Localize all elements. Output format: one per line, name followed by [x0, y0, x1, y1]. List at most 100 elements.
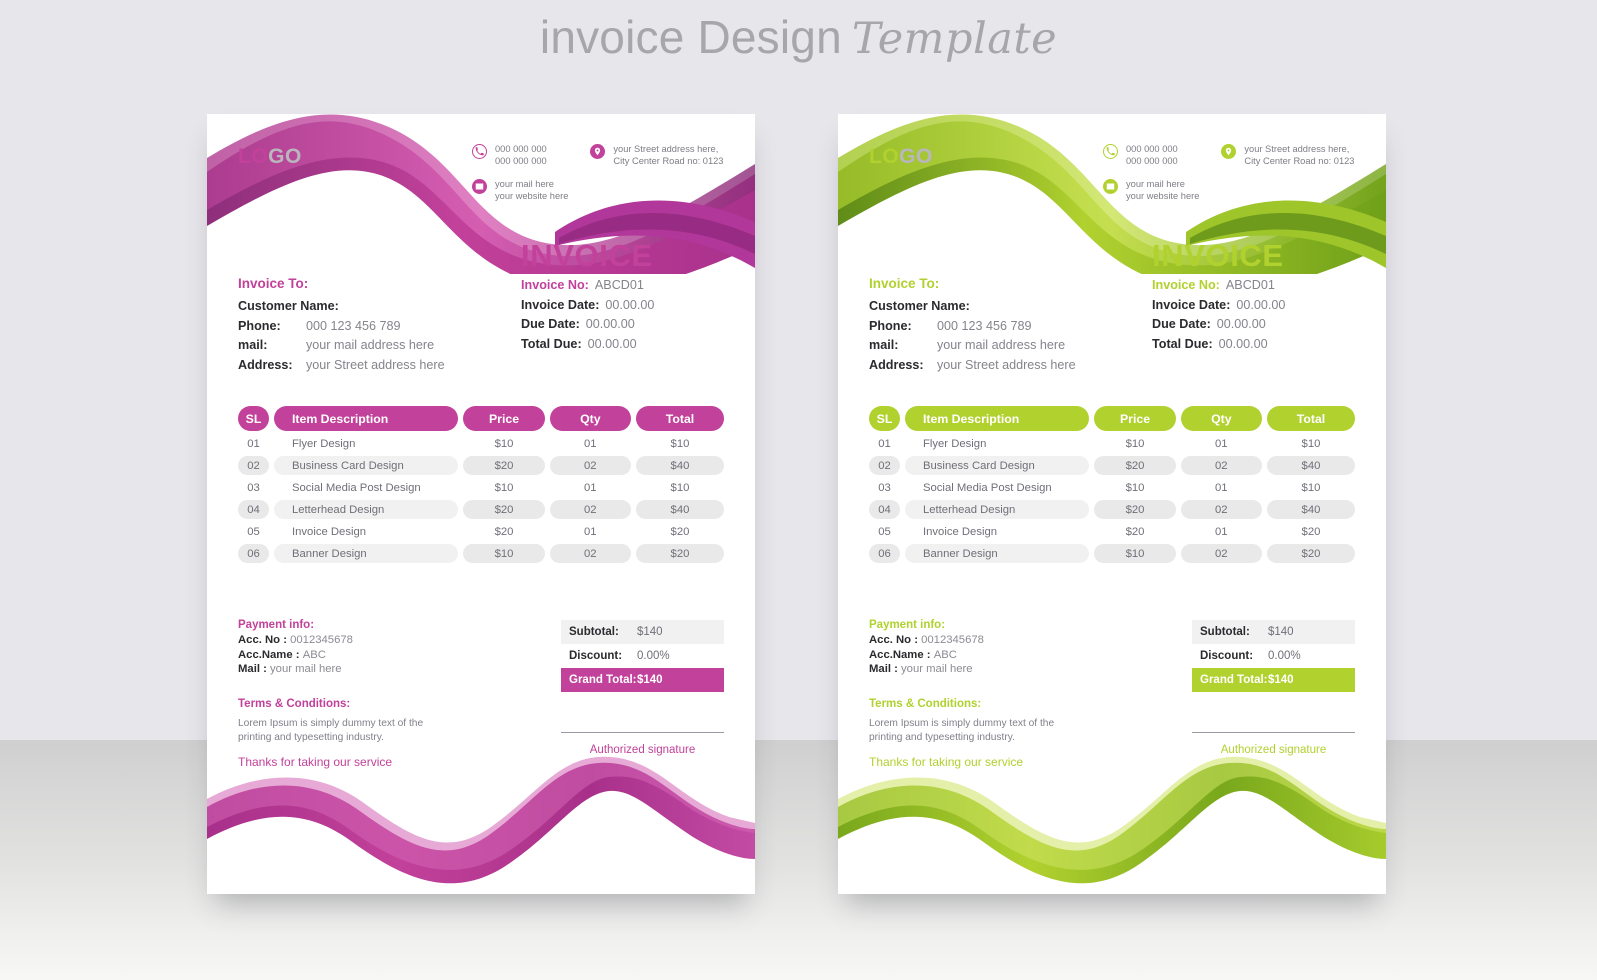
table-row: 03 Social Media Post Design $10 01 $10: [238, 478, 724, 497]
contact-block: 000 000 000 000 000 000 your mail here you…: [1103, 143, 1354, 202]
invoice-meta-label: Invoice No:: [1152, 278, 1220, 292]
thanks-message: Thanks for taking our service: [869, 755, 1024, 769]
contact-phone-text: 000 000 000 000 000 000: [495, 144, 547, 166]
table-header-total: Total: [1266, 406, 1355, 431]
bill-to-label: mail:: [238, 338, 268, 352]
totals-block: Subtotal: $140 Discount: 0.00% Grand Tot…: [1192, 620, 1355, 692]
cell-qty: 01: [584, 437, 597, 450]
totals-grand-value: $140: [1268, 674, 1294, 686]
contact-block: 000 000 000 000 000 000 your mail here you…: [472, 143, 723, 202]
cell-total: $10: [1301, 481, 1321, 494]
contact-address-text: your Street address here, City Center Roa…: [613, 144, 724, 166]
bill-to-value: 000 123 456 789: [306, 318, 401, 333]
page-title: invoice Design Template: [0, 10, 1597, 64]
bill-to-label: Phone:: [869, 318, 912, 333]
table-row: 05 Invoice Design $20 01 $20: [238, 522, 724, 541]
cell-desc: Letterhead Design: [904, 500, 1090, 519]
cell-sl: 04: [869, 500, 900, 519]
totals-discount-value: 0.00%: [637, 650, 670, 662]
cell-desc: Banner Design: [273, 544, 459, 563]
location-pin-icon: [590, 144, 606, 159]
cell-desc: Letterhead Design: [273, 500, 459, 519]
contact-mail: your mail here your website here: [472, 178, 568, 202]
cell-desc: Business Card Design: [904, 456, 1090, 475]
cell-total: $10: [670, 481, 690, 494]
cell-qty: 01: [584, 481, 597, 494]
mail-icon: [472, 179, 487, 194]
cell-desc: Invoice Design: [291, 525, 367, 538]
table-row: 05 Invoice Design $20 01 $20: [869, 522, 1355, 541]
terms-title: Terms & Conditions:: [238, 698, 351, 710]
table-row: 01 Flyer Design $10 01 $10: [869, 434, 1355, 453]
bill-to-label: Customer Name:: [869, 299, 970, 313]
cell-qty: 01: [1215, 481, 1228, 494]
bill-to-value: your Street address here: [306, 357, 445, 372]
items-table: SL Item Description Price Qty Total 01 F…: [238, 406, 724, 563]
invoice-card-pink: LOGO 000 000 000 000 000 000 your mail he…: [207, 114, 755, 894]
table-header-price: Price: [463, 406, 545, 431]
bottom-wave-decoration: [838, 756, 1386, 884]
contact-address-text: your Street address here, City Center Roa…: [1244, 144, 1355, 166]
cell-qty: 02: [1180, 500, 1262, 519]
invoice-heading: INVOICE: [521, 238, 653, 273]
totals-grand-value: $140: [637, 674, 663, 686]
logo: LOGO: [869, 145, 933, 169]
bill-to-label: Address:: [238, 357, 293, 372]
table-row: 06 Banner Design $10 02 $20: [238, 544, 724, 563]
table-header-row: SL Item Description Price Qty Total: [869, 406, 1355, 431]
payment-line: Acc. No : 0012345678: [869, 633, 984, 648]
bill-to-block: Invoice To: Customer Name: Phone: 000 123…: [869, 276, 1076, 375]
cell-desc: Flyer Design: [291, 437, 356, 450]
totals-subtotal-row: Subtotal: $140: [1192, 620, 1355, 644]
contact-phone: 000 000 000 000 000 000: [1103, 143, 1199, 167]
cell-sl: 04: [238, 500, 269, 519]
cell-qty: 01: [1215, 525, 1228, 538]
table-header-sl: SL: [238, 406, 269, 431]
terms-block: Terms & Conditions: Lorem Ipsum is simpl…: [869, 698, 1084, 744]
bill-to-row: mail: your mail address here: [869, 336, 1076, 356]
cell-price: $20: [1094, 500, 1176, 519]
signature-line: [1192, 732, 1355, 733]
cell-qty: 01: [1215, 437, 1228, 450]
thanks-message: Thanks for taking our service: [238, 755, 393, 769]
payment-value: your mail here: [901, 663, 973, 675]
bill-to-row: mail: your mail address here: [238, 336, 445, 356]
cell-price: $20: [463, 456, 545, 475]
page-title-script: Template: [851, 14, 1058, 64]
invoice-meta-value: ABCD01: [1225, 278, 1275, 292]
bill-to-value: your mail address here: [937, 338, 1066, 352]
invoice-meta-block: Invoice No: ABCD01 Invoice Date: 00.00.00 …: [521, 276, 654, 354]
table-header-desc: Item Description: [904, 406, 1090, 431]
phone-icon: [1103, 144, 1118, 159]
signature-block: Authorized signature: [1192, 732, 1355, 756]
cell-price: $10: [463, 544, 545, 563]
invoice-meta-row: Due Date: 00.00.00: [1152, 315, 1285, 335]
cell-total: $20: [635, 544, 724, 563]
table-row: 06 Banner Design $10 02 $20: [869, 544, 1355, 563]
totals-grand-row: Grand Total: $140: [1192, 668, 1355, 692]
items-table: SL Item Description Price Qty Total 01 F…: [869, 406, 1355, 563]
contact-mail: your mail here your website here: [1103, 178, 1199, 202]
invoice-meta-value: 00.00.00: [1216, 317, 1266, 331]
totals-subtotal-row: Subtotal: $140: [561, 620, 724, 644]
invoice-heading: INVOICE: [1152, 238, 1284, 273]
terms-block: Terms & Conditions: Lorem Ipsum is simpl…: [238, 698, 453, 744]
payment-value: 0012345678: [921, 634, 984, 646]
totals-subtotal-label: Subtotal:: [1200, 626, 1250, 638]
totals-grand-label: Grand Total:: [569, 674, 637, 686]
payment-label: Mail :: [869, 663, 898, 675]
bill-to-row: Address: your Street address here: [238, 356, 445, 376]
contact-phone-text: 000 000 000 000 000 000: [1126, 144, 1178, 166]
table-row: 02 Business Card Design $20 02 $40: [869, 456, 1355, 475]
bill-to-row: Customer Name:: [869, 297, 1076, 317]
cell-total: $40: [1266, 500, 1355, 519]
contact-mail-text: your mail here your website here: [495, 179, 569, 201]
invoice-meta-row: Invoice No: ABCD01: [521, 276, 654, 296]
invoice-meta-value: 00.00.00: [585, 317, 635, 331]
bill-to-label: Phone:: [238, 318, 281, 333]
invoice-meta-value: 00.00.00: [1218, 336, 1268, 351]
cell-sl: 06: [238, 544, 269, 563]
signature-line: [561, 732, 724, 733]
totals-subtotal-value: $140: [637, 626, 663, 638]
payment-label: Acc.Name :: [869, 648, 931, 661]
